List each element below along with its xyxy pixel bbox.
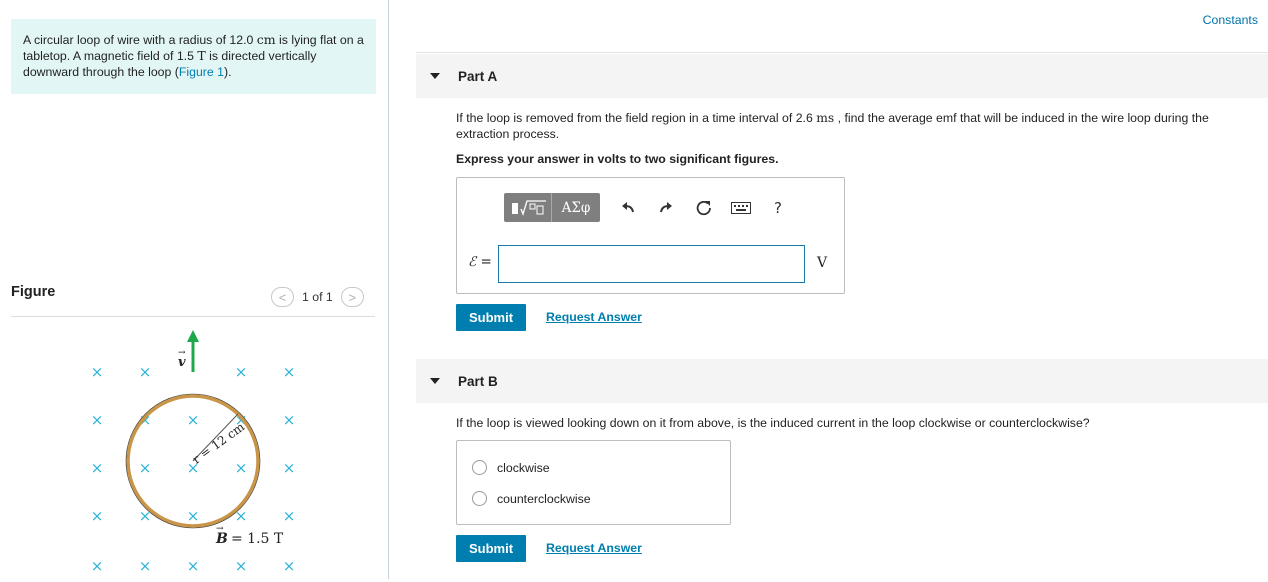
field-cross-icon: × xyxy=(235,363,248,381)
part-b-submit-button[interactable]: Submit xyxy=(456,535,526,562)
vector-arrow-mark: → xyxy=(178,348,186,358)
template-icon xyxy=(511,199,546,216)
toolbar-button-group: ΑΣφ xyxy=(504,193,600,222)
prev-figure-button[interactable]: < xyxy=(271,287,294,307)
redo-icon[interactable] xyxy=(654,196,678,220)
problem-unit-cm: cm xyxy=(256,32,276,47)
part-a-title: Part A xyxy=(458,68,498,84)
constants-link[interactable]: Constants xyxy=(1203,13,1258,27)
field-cross-icon: × xyxy=(139,459,152,477)
field-cross-icon: × xyxy=(187,507,200,525)
figure-page-indicator: 1 of 1 xyxy=(302,290,333,304)
field-cross-icon: × xyxy=(283,557,296,575)
figure-link[interactable]: Figure 1 xyxy=(179,65,224,79)
field-cross-icon: × xyxy=(187,411,200,429)
option-label: counterclockwise xyxy=(497,491,591,506)
option-label: clockwise xyxy=(497,460,550,475)
top-divider xyxy=(416,52,1268,53)
field-cross-icon: × xyxy=(91,459,104,477)
field-value: = 1.5 T xyxy=(231,531,284,547)
field-cross-icon: × xyxy=(91,363,104,381)
help-icon[interactable]: ? xyxy=(766,196,790,220)
part-b-header[interactable]: Part B xyxy=(416,359,1268,403)
part-a-request-answer-link[interactable]: Request Answer xyxy=(546,310,642,324)
emf-answer-input[interactable] xyxy=(498,245,805,283)
emf-symbol-label: ℰ = xyxy=(468,254,492,270)
field-cross-icon: × xyxy=(139,363,152,381)
field-cross-icon: × xyxy=(187,557,200,575)
part-a-submit-button[interactable]: Submit xyxy=(456,304,526,331)
loop-diagram-svg: × × × ×× × × × ×× × × × ×× × × × ×× × × × × r = 12 cm v → B… xyxy=(91,330,296,575)
field-cross-icon: × xyxy=(91,507,104,525)
problem-text-4: ). xyxy=(224,65,232,79)
field-cross-icon: × xyxy=(283,459,296,477)
field-cross-icon: × xyxy=(91,411,104,429)
velocity-arrow-head xyxy=(187,330,199,342)
keyboard-icon[interactable] xyxy=(728,196,754,220)
right-panel: Constants Part A If the loop is removed … xyxy=(390,0,1268,579)
left-panel: A circular loop of wire with a radius of… xyxy=(0,0,389,579)
problem-statement: A circular loop of wire with a radius of… xyxy=(11,19,376,94)
part-a-question-1: If the loop is removed from the field re… xyxy=(456,111,817,125)
answer-choices: clockwise counterclockwise xyxy=(456,440,731,525)
answer-editor: ΑΣφ ? ℰ = V xyxy=(456,177,845,294)
part-b-title: Part B xyxy=(458,373,498,389)
template-button[interactable] xyxy=(504,193,552,222)
figure-diagram: × × × × × × × × × × × × × × × × × × × × × × × × r = 12 cm v → B… xyxy=(70,320,320,579)
field-cross-icon: × xyxy=(283,363,296,381)
undo-icon[interactable] xyxy=(616,196,640,220)
field-vector-mark: → xyxy=(216,524,224,534)
math-toolbar: ΑΣφ ? xyxy=(504,193,790,222)
radio-button[interactable] xyxy=(472,460,487,475)
field-cross-icon: × xyxy=(283,411,296,429)
part-a-unit-ms: ms xyxy=(816,111,835,125)
unit-label: V xyxy=(817,255,828,271)
part-b-question: If the loop is viewed looking down on it… xyxy=(456,416,1090,430)
figure-title: Figure xyxy=(11,284,56,300)
part-a-instruction: Express your answer in volts to two sign… xyxy=(456,152,779,166)
figure-divider xyxy=(11,316,375,317)
chevron-left-icon: < xyxy=(278,289,287,305)
part-a-header[interactable]: Part A xyxy=(416,54,1268,98)
collapse-triangle-icon[interactable] xyxy=(430,378,440,384)
greek-symbols-button[interactable]: ΑΣφ xyxy=(552,193,600,222)
reset-icon[interactable] xyxy=(692,196,716,220)
figure-pager: < 1 of 1 > xyxy=(271,287,364,307)
field-cross-icon: × xyxy=(235,557,248,575)
radio-button[interactable] xyxy=(472,491,487,506)
field-cross-icon: × xyxy=(283,507,296,525)
field-cross-icon: × xyxy=(139,557,152,575)
problem-text-1: A circular loop of wire with a radius of… xyxy=(23,33,257,47)
field-cross-icon: × xyxy=(91,557,104,575)
chevron-right-icon: > xyxy=(348,289,357,305)
field-cross-icon: × xyxy=(235,459,248,477)
part-b-request-answer-link[interactable]: Request Answer xyxy=(546,541,642,555)
next-figure-button[interactable]: > xyxy=(340,287,364,307)
option-clockwise[interactable]: clockwise xyxy=(472,460,550,475)
option-counterclockwise[interactable]: counterclockwise xyxy=(472,491,591,506)
collapse-triangle-icon[interactable] xyxy=(430,73,440,79)
part-a-question: If the loop is removed from the field re… xyxy=(456,110,1261,142)
problem-unit-t: T xyxy=(197,48,206,63)
